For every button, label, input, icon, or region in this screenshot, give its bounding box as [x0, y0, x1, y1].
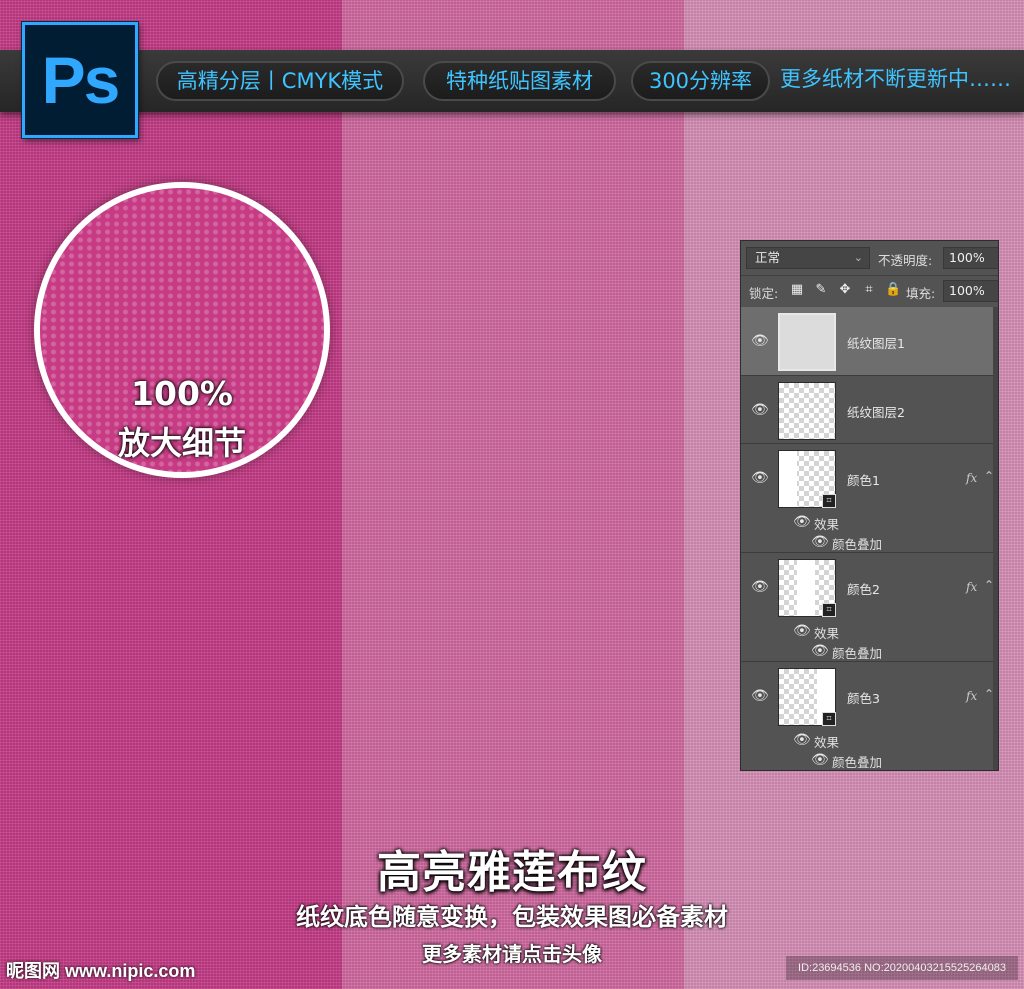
layer-name: 颜色3 — [847, 691, 880, 706]
layer-row-paper-2[interactable]: 👁 纸纹图层2 — [741, 376, 995, 444]
layers-panel: 正常 ⌄ 不透明度: 100% 锁定: ▦ ✎ ✥ ⌗ 🔒 填充: 100% 👁… — [740, 240, 999, 771]
eye-icon[interactable]: 👁 — [793, 624, 811, 638]
zoom-label: 放大细节 — [117, 424, 246, 462]
smart-object-icon: ⌗ — [822, 603, 836, 617]
layer-row-paper-1[interactable]: 👁 纸纹图层1 — [741, 307, 995, 376]
layer-thumbnail — [778, 382, 836, 440]
eye-icon[interactable]: 👁 — [793, 733, 811, 747]
chevron-down-icon: ⌄ — [853, 251, 863, 264]
layer-name: 颜色2 — [847, 582, 880, 597]
artboard-lock-icon[interactable]: ⌗ — [861, 282, 877, 297]
eye-icon[interactable]: 👁 — [751, 580, 769, 594]
fill-field[interactable]: 100% — [943, 280, 998, 302]
checker-lock-icon[interactable]: ▦ — [789, 282, 805, 297]
eye-icon[interactable]: 👁 — [811, 753, 829, 767]
eye-icon[interactable]: 👁 — [751, 689, 769, 703]
site-watermark: 昵图网 www.nipic.com — [6, 961, 196, 981]
layer-row-color-2[interactable]: 👁 ⌗ 颜色2 fx ⌃ 👁 效果 👁 颜色叠加 — [741, 553, 995, 662]
photoshop-logo-icon: Ps — [22, 22, 138, 138]
effect-name: 颜色叠加 — [832, 646, 883, 661]
eye-icon[interactable]: 👁 — [811, 644, 829, 658]
brush-lock-icon[interactable]: ✎ — [813, 282, 829, 297]
eye-icon[interactable]: 👁 — [751, 403, 769, 417]
eye-icon[interactable]: 👁 — [811, 535, 829, 549]
lock-label: 锁定: — [749, 286, 779, 301]
zoom-percent: 100% — [131, 374, 233, 413]
tag-layers-cmyk: 高精分层丨CMYK模式 — [156, 61, 404, 101]
blend-row: 正常 ⌄ 不透明度: 100% — [741, 241, 998, 276]
zoom-detail-circle: 100% 放大细节 — [34, 182, 330, 478]
tag-special-paper: 特种纸贴图素材 — [423, 61, 616, 101]
layer-thumbnail: ⌗ — [778, 450, 836, 508]
layer-thumbnail — [778, 313, 836, 371]
padlock-icon[interactable]: 🔒 — [885, 282, 901, 297]
eye-icon[interactable]: 👁 — [751, 334, 769, 348]
fx-icon[interactable]: fx — [966, 689, 977, 703]
opacity-field[interactable]: 100% — [943, 247, 998, 269]
layer-name: 纸纹图层2 — [847, 405, 905, 420]
move-lock-icon[interactable]: ✥ — [837, 282, 853, 297]
blend-mode-value: 正常 — [755, 250, 781, 265]
fx-icon[interactable]: fx — [966, 580, 977, 594]
image-id-label: ID:23694536 NO:20200403215525264083 — [786, 956, 1018, 980]
layer-thumbnail: ⌗ — [778, 559, 836, 617]
effects-label: 效果 — [814, 517, 840, 532]
effect-name: 颜色叠加 — [832, 537, 883, 552]
opacity-label: 不透明度: — [878, 253, 933, 268]
blend-mode-select[interactable]: 正常 ⌄ — [746, 247, 870, 269]
eye-icon[interactable]: 👁 — [751, 471, 769, 485]
panel-scrollbar[interactable] — [993, 307, 998, 770]
tag-more-updates: 更多纸材不断更新中…… — [780, 67, 1011, 91]
layer-name: 颜色1 — [847, 473, 880, 488]
product-title: 高亮雅莲布纹 — [377, 847, 647, 898]
product-subtitle: 纸纹底色随意变换，包装效果图必备素材 — [296, 903, 728, 931]
layer-row-color-1[interactable]: 👁 ⌗ 颜色1 fx ⌃ 👁 效果 👁 颜色叠加 — [741, 444, 995, 553]
effects-label: 效果 — [814, 626, 840, 641]
tag-resolution: 300分辨率 — [631, 61, 770, 101]
smart-object-icon: ⌗ — [822, 494, 836, 508]
fill-label: 填充: — [906, 286, 936, 301]
effects-label: 效果 — [814, 735, 840, 750]
smart-object-icon: ⌗ — [822, 712, 836, 726]
layer-thumbnail: ⌗ — [778, 668, 836, 726]
effect-name: 颜色叠加 — [832, 755, 883, 770]
fx-icon[interactable]: fx — [966, 471, 977, 485]
lock-row: 锁定: ▦ ✎ ✥ ⌗ 🔒 填充: 100% — [741, 275, 998, 308]
layer-name: 纸纹图层1 — [847, 336, 905, 351]
logo-text: Ps — [41, 43, 121, 117]
eye-icon[interactable]: 👁 — [793, 515, 811, 529]
layer-row-color-3[interactable]: 👁 ⌗ 颜色3 fx ⌃ 👁 效果 👁 颜色叠加 — [741, 662, 995, 770]
